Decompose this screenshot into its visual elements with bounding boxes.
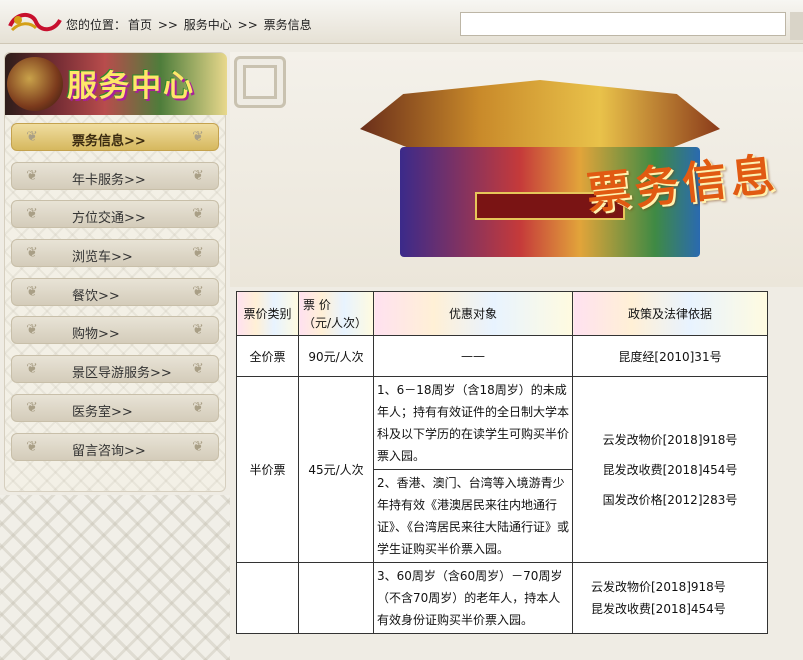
cell-policy: 云发改物价[2018]918号 昆发改收费[2018]454号 国发改价格[20… bbox=[572, 376, 768, 563]
sidebar-item-label: 年卡服务>> bbox=[72, 172, 146, 188]
ornament-icon: ❦ bbox=[192, 438, 204, 455]
breadcrumb-service-link[interactable]: 服务中心 bbox=[184, 18, 232, 32]
ornament-icon: ❦ bbox=[26, 129, 38, 145]
breadcrumb-current: 票务信息 bbox=[263, 18, 312, 32]
sidebar-item-label: 方位交通>> bbox=[72, 211, 146, 227]
sidebar-title: 服务中心 bbox=[67, 69, 195, 104]
sidebar-item-feedback[interactable]: ❦ 留言咨询>> ❦ bbox=[11, 432, 219, 461]
cell-policy: 昆度经[2010]31号 bbox=[572, 335, 768, 377]
policy-line: 云发改物价[2018]918号 bbox=[591, 580, 726, 594]
sidebar-item-directions[interactable]: ❦ 方位交通>> ❦ bbox=[11, 200, 219, 229]
breadcrumb-separator: >> bbox=[237, 18, 258, 32]
policy-line: 昆发改收费[2018]454号 bbox=[602, 462, 738, 477]
ornament-icon: ❦ bbox=[26, 283, 38, 300]
lattice-background bbox=[0, 495, 230, 660]
dragon-emblem-icon bbox=[7, 57, 63, 111]
ornament-icon: ❦ bbox=[192, 361, 204, 378]
sidebar-item-label: 餐饮>> bbox=[72, 288, 120, 304]
search-input[interactable] bbox=[460, 12, 786, 36]
ornament-icon: ❦ bbox=[192, 206, 204, 223]
cell-price: 90元/人次 bbox=[298, 335, 374, 377]
sidebar-item-label: 景区导游服务>> bbox=[72, 366, 172, 382]
header-target: 优惠对象 bbox=[373, 291, 573, 336]
sidebar-header: 服务中心 bbox=[5, 53, 227, 115]
sidebar-item-annual-card[interactable]: ❦ 年卡服务>> ❦ bbox=[11, 161, 219, 190]
pavilion-roof-image bbox=[360, 80, 720, 150]
sidebar-item-label: 票务信息>> bbox=[72, 134, 146, 149]
ornament-icon: ❦ bbox=[192, 399, 204, 416]
sidebar-menu: ❦ 票务信息>> ❦ ❦ 年卡服务>> ❦ ❦ 方位交通>> ❦ ❦ 浏览车>>… bbox=[11, 123, 219, 471]
sidebar-item-shopping[interactable]: ❦ 购物>> ❦ bbox=[11, 316, 219, 345]
cell-price: 45元/人次 bbox=[298, 376, 374, 563]
header-policy: 政策及法律依据 bbox=[572, 291, 768, 336]
cell-target: —— bbox=[373, 335, 573, 377]
table-header-row: 票价类别 票 价 （元/人次） 优惠对象 政策及法律依据 bbox=[236, 291, 768, 336]
ornament-icon: ❦ bbox=[26, 399, 38, 416]
cell-category: 全价票 bbox=[236, 335, 299, 377]
ornament-icon: ❦ bbox=[26, 206, 38, 223]
sidebar: 服务中心 ❦ 票务信息>> ❦ ❦ 年卡服务>> ❦ ❦ 方位交通>> ❦ ❦ … bbox=[4, 52, 227, 492]
breadcrumb-prefix: 您的位置： bbox=[66, 18, 127, 32]
ticket-price-table: 票价类别 票 价 （元/人次） 优惠对象 政策及法律依据 全价票 90元/人次 … bbox=[236, 291, 768, 634]
ornament-icon: ❦ bbox=[192, 322, 204, 339]
header-price-line1: 票 价 bbox=[303, 297, 331, 312]
ornament-icon: ❦ bbox=[192, 129, 204, 145]
top-bar: 您的位置： 首页 >> 服务中心 >> 票务信息 bbox=[0, 0, 803, 44]
site-logo-icon[interactable] bbox=[6, 8, 64, 36]
ornament-icon: ❦ bbox=[26, 167, 38, 184]
cell-category: 半价票 bbox=[236, 376, 299, 563]
ornament-icon: ❦ bbox=[26, 245, 38, 262]
breadcrumb-separator: >> bbox=[157, 18, 178, 32]
cell-target: 2、香港、澳门、台湾等入境游青少年持有效《港澳居民来往内地通行证》、《台湾居民来… bbox=[373, 469, 573, 563]
policy-line: 国发改价格[2012]283号 bbox=[602, 492, 738, 507]
policy-line: 云发改物价[2018]918号 bbox=[602, 432, 738, 447]
breadcrumb-home-link[interactable]: 首页 bbox=[128, 18, 152, 32]
banner: 票务信息 bbox=[230, 52, 803, 287]
sidebar-item-label: 医务室>> bbox=[72, 404, 133, 420]
ornament-icon: ❦ bbox=[192, 167, 204, 184]
sidebar-item-dining[interactable]: ❦ 餐饮>> ❦ bbox=[11, 277, 219, 306]
ornament-icon: ❦ bbox=[26, 322, 38, 339]
policy-line: 昆发改收费[2018]454号 bbox=[591, 602, 726, 616]
ornament-icon: ❦ bbox=[192, 245, 204, 262]
sidebar-item-tickets[interactable]: ❦ 票务信息>> ❦ bbox=[11, 123, 219, 151]
sidebar-item-tour-guide[interactable]: ❦ 景区导游服务>> ❦ bbox=[11, 355, 219, 384]
ornament-icon: ❦ bbox=[26, 438, 38, 455]
sidebar-item-clinic[interactable]: ❦ 医务室>> ❦ bbox=[11, 393, 219, 422]
table-row: 全价票 90元/人次 —— 昆度经[2010]31号 bbox=[236, 335, 768, 377]
sidebar-item-label: 浏览车>> bbox=[72, 250, 133, 266]
header-price: 票 价 （元/人次） bbox=[298, 291, 374, 336]
cell-category bbox=[236, 562, 299, 634]
cell-target: 1、6－18周岁（含18周岁）的未成年人；持有有效证件的全日制大学本科及以下学历… bbox=[373, 376, 573, 470]
sidebar-item-label: 购物>> bbox=[72, 327, 120, 343]
table-row: 3、60周岁（含60周岁）－70周岁（不含70周岁）的老年人，持本人有效身份证购… bbox=[236, 562, 768, 634]
cell-target: 3、60周岁（含60周岁）－70周岁（不含70周岁）的老年人，持本人有效身份证购… bbox=[373, 562, 573, 634]
sidebar-item-sightseeing-car[interactable]: ❦ 浏览车>> ❦ bbox=[11, 239, 219, 268]
breadcrumb: 您的位置： 首页 >> 服务中心 >> 票务信息 bbox=[66, 16, 314, 33]
ornament-icon: ❦ bbox=[26, 361, 38, 378]
sidebar-item-label: 留言咨询>> bbox=[72, 443, 146, 459]
scrollbar[interactable] bbox=[790, 12, 803, 40]
ornament-icon: ❦ bbox=[192, 283, 204, 300]
knot-ornament-icon bbox=[234, 56, 286, 108]
header-price-line2: （元/人次） bbox=[303, 315, 368, 330]
table-row: 半价票 45元/人次 1、6－18周岁（含18周岁）的未成年人；持有有效证件的全… bbox=[236, 376, 768, 563]
header-category: 票价类别 bbox=[236, 291, 299, 336]
cell-policy: 云发改物价[2018]918号 昆发改收费[2018]454号 bbox=[572, 562, 768, 634]
cell-price bbox=[298, 562, 374, 634]
